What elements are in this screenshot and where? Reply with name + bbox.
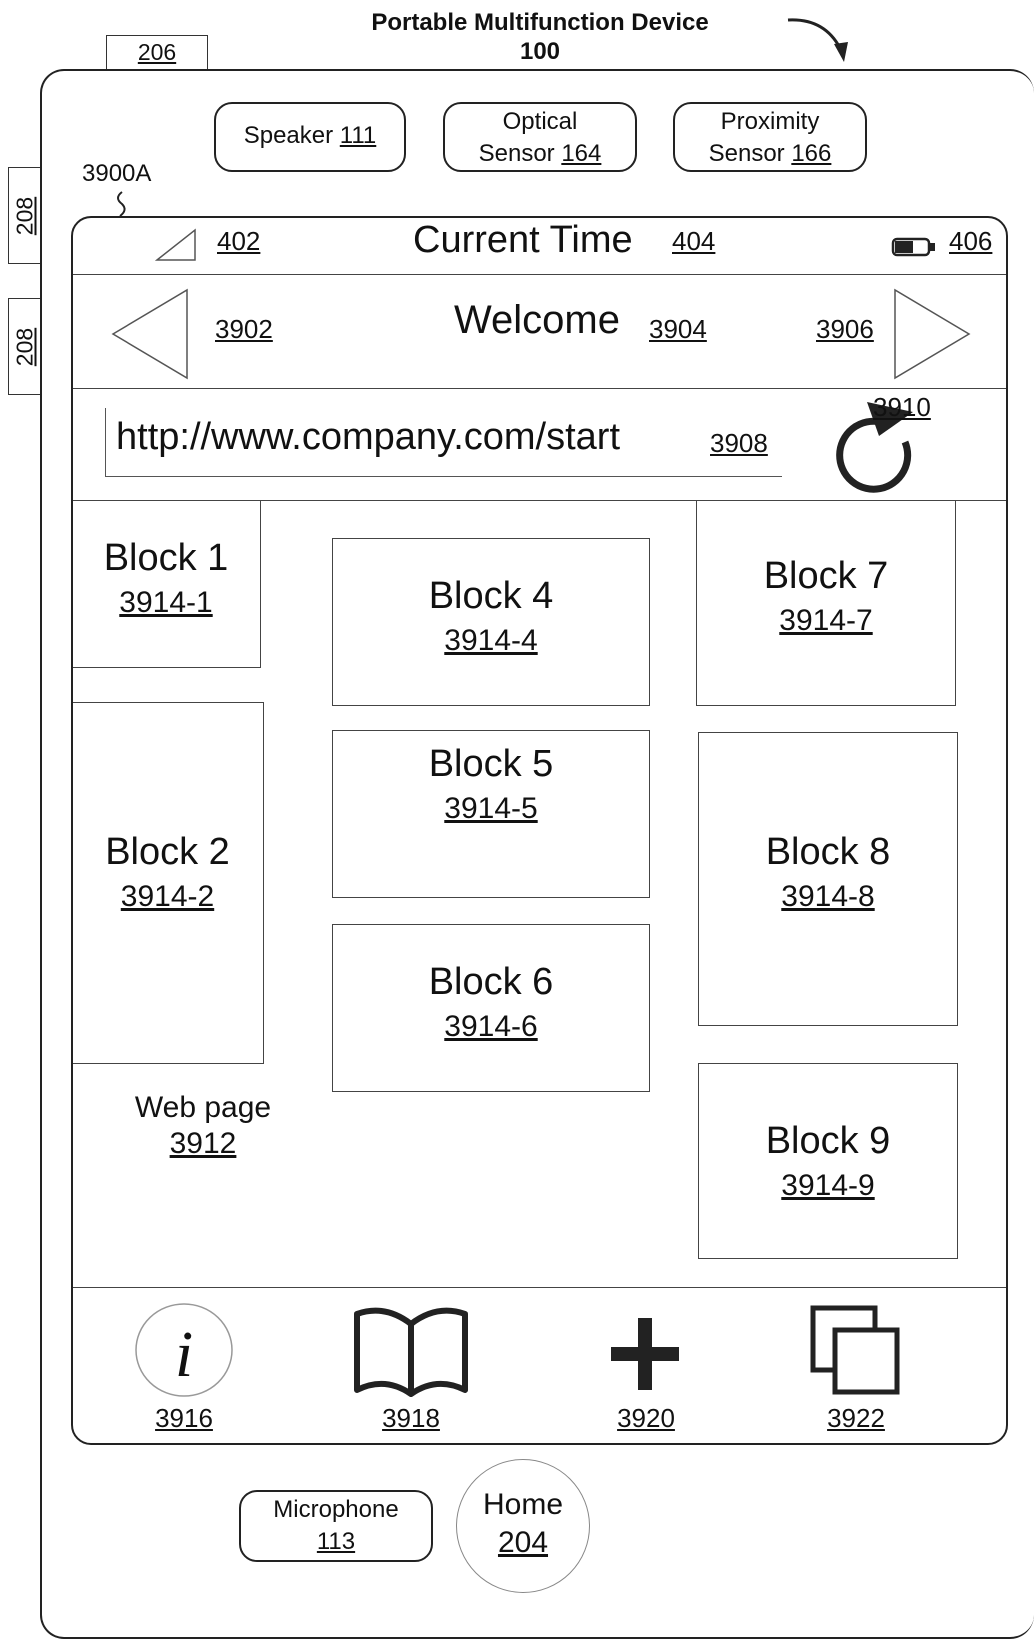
- book-icon: [354, 1307, 468, 1397]
- volume-button-lower-label: 208: [11, 327, 38, 366]
- block-5-ref: 3914-5: [444, 792, 538, 825]
- block-8-title: Block 8: [765, 831, 891, 873]
- speaker-label: Speaker: [243, 122, 334, 149]
- refresh-ref: 3910: [873, 392, 931, 422]
- block-2[interactable]: Block 2 3914-2: [73, 702, 264, 1064]
- screen-label: 3900A: [82, 160, 152, 187]
- proximity-sensor-pill: Proximity Sensor 166: [673, 102, 867, 172]
- signal-ref: 402: [217, 226, 261, 256]
- web-page-label: Web page 3912: [113, 1090, 293, 1162]
- block-7-ref: 3914-7: [779, 604, 873, 637]
- url-ref: 3908: [710, 428, 768, 458]
- status-divider: [73, 274, 1006, 275]
- microphone-label: Microphone: [273, 1496, 399, 1523]
- optical-label-2: Sensor: [478, 140, 555, 167]
- block-1-title: Block 1: [103, 537, 229, 579]
- proximity-label: Proximity: [720, 108, 820, 135]
- block-2-ref: 3914-2: [120, 880, 215, 913]
- block-9-title: Block 9: [765, 1120, 891, 1162]
- pointer-arrow-icon: [787, 18, 848, 62]
- block-9[interactable]: Block 9 3914-9: [698, 1063, 958, 1259]
- volume-button-upper[interactable]: 208: [8, 167, 41, 264]
- block-4-ref: 3914-4: [444, 624, 538, 657]
- leader-squiggle-icon: [117, 191, 126, 217]
- optical-sensor-pill: Optical Sensor 164: [443, 102, 637, 172]
- info-button[interactable]: i 3916: [129, 1302, 239, 1434]
- pages-icon: [810, 1305, 900, 1395]
- block-1[interactable]: Block 1 3914-1: [73, 500, 261, 668]
- svg-text:i: i: [175, 1318, 193, 1391]
- url-text: http://www.company.com/start: [116, 416, 621, 458]
- battery-icon: [891, 237, 935, 257]
- forward-arrow-icon[interactable]: [891, 288, 973, 380]
- volume-button-lower[interactable]: 208: [8, 298, 41, 395]
- toolbar-divider: [73, 1287, 1006, 1288]
- block-9-ref: 3914-9: [781, 1169, 875, 1202]
- add-button[interactable]: 3920: [591, 1302, 701, 1434]
- back-ref: 3902: [215, 314, 273, 344]
- info-icon: i: [135, 1303, 233, 1397]
- bookmarks-button[interactable]: 3918: [349, 1302, 473, 1434]
- time-ref: 404: [672, 226, 716, 256]
- info-ref: 3916: [155, 1403, 213, 1433]
- bookmarks-ref: 3918: [382, 1403, 440, 1433]
- optical-ref: 164: [561, 140, 602, 167]
- device-title: Portable Multifunction Device: [371, 9, 709, 36]
- proximity-label-2: Sensor: [708, 140, 785, 167]
- forward-ref: 3906: [816, 314, 874, 344]
- title-ref: 3904: [649, 314, 707, 344]
- web-page-ref: 3912: [169, 1127, 237, 1160]
- battery-ref: 406: [949, 226, 993, 256]
- add-ref: 3920: [617, 1403, 675, 1433]
- plus-icon: [611, 1318, 679, 1390]
- optical-label: Optical: [502, 108, 578, 135]
- block-2-title: Block 2: [105, 831, 230, 873]
- page-title: Welcome: [454, 298, 620, 342]
- home-button[interactable]: Home 204: [456, 1459, 590, 1593]
- block-4[interactable]: Block 4 3914-4: [332, 538, 650, 706]
- signal-strength-icon: [155, 228, 196, 261]
- block-5[interactable]: Block 5 3914-5: [332, 730, 650, 898]
- proximity-ref: 166: [791, 140, 832, 167]
- speaker-ref: 111: [339, 122, 377, 149]
- microphone-ref: 113: [316, 1528, 356, 1555]
- pages-ref: 3922: [827, 1403, 885, 1433]
- block-1-ref: 3914-1: [119, 586, 213, 619]
- home-label: Home: [482, 1488, 564, 1521]
- block-6-title: Block 6: [428, 961, 554, 1003]
- url-field[interactable]: http://www.company.com/start 3908: [105, 408, 782, 477]
- web-page-text: Web page: [134, 1091, 272, 1124]
- microphone-pill: Microphone 113: [239, 1490, 433, 1562]
- volume-button-upper-label: 208: [11, 196, 38, 235]
- speaker-pill: Speaker 111: [214, 102, 406, 172]
- block-5-title: Block 5: [428, 743, 554, 785]
- pages-button[interactable]: 3922: [801, 1302, 911, 1434]
- block-7-title: Block 7: [763, 555, 889, 597]
- current-time: Current Time: [413, 219, 633, 261]
- block-8-ref: 3914-8: [781, 880, 875, 913]
- home-ref: 204: [497, 1526, 549, 1559]
- back-arrow-icon[interactable]: [109, 288, 191, 380]
- block-6[interactable]: Block 6 3914-6: [332, 924, 650, 1092]
- top-button-206[interactable]: 206: [106, 35, 208, 70]
- nav-divider: [73, 388, 1006, 389]
- block-4-title: Block 4: [428, 575, 554, 617]
- touch-screen: 402 Current Time 404 406 3902 Welcome 39…: [71, 216, 1008, 1445]
- block-7[interactable]: Block 7 3914-7: [696, 500, 956, 706]
- block-6-ref: 3914-6: [444, 1010, 538, 1043]
- block-8[interactable]: Block 8 3914-8: [698, 732, 958, 1026]
